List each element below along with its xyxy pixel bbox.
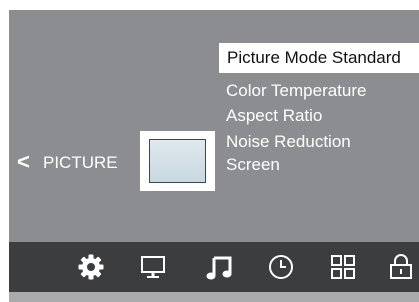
category-icon-bar bbox=[9, 242, 419, 292]
music-note-icon[interactable] bbox=[205, 253, 233, 281]
monitor-icon[interactable] bbox=[139, 253, 167, 281]
back-arrow-icon[interactable]: < bbox=[17, 150, 30, 174]
menu-item-label: Noise Reduction bbox=[226, 132, 351, 151]
menu-item-picture-mode-label: Picture Mode Standard bbox=[227, 48, 401, 67]
menu-item-noise-reduction[interactable]: Noise Reduction bbox=[226, 131, 351, 153]
bottom-strip bbox=[9, 292, 419, 302]
menu-item-aspect-ratio[interactable]: Aspect Ratio bbox=[226, 105, 322, 127]
menu-item-label: Aspect Ratio bbox=[226, 106, 323, 125]
tv-settings-screen: Picture Mode Standard Color Temperature … bbox=[9, 10, 419, 302]
menu-item-label: Color Temperature bbox=[226, 81, 367, 100]
picture-preview-icon bbox=[140, 131, 215, 191]
gear-icon[interactable] bbox=[77, 253, 105, 281]
clock-icon[interactable] bbox=[267, 253, 295, 281]
menu-item-screen[interactable]: Screen bbox=[226, 154, 280, 176]
menu-item-picture-mode[interactable]: Picture Mode Standard bbox=[219, 43, 419, 73]
menu-item-label: Screen bbox=[226, 155, 280, 174]
grid-icon[interactable] bbox=[329, 253, 357, 281]
menu-item-color-temperature[interactable]: Color Temperature bbox=[226, 80, 366, 102]
picture-preview-screen bbox=[149, 139, 206, 183]
section-title: PICTURE bbox=[43, 153, 118, 172]
lock-icon[interactable] bbox=[387, 253, 415, 281]
